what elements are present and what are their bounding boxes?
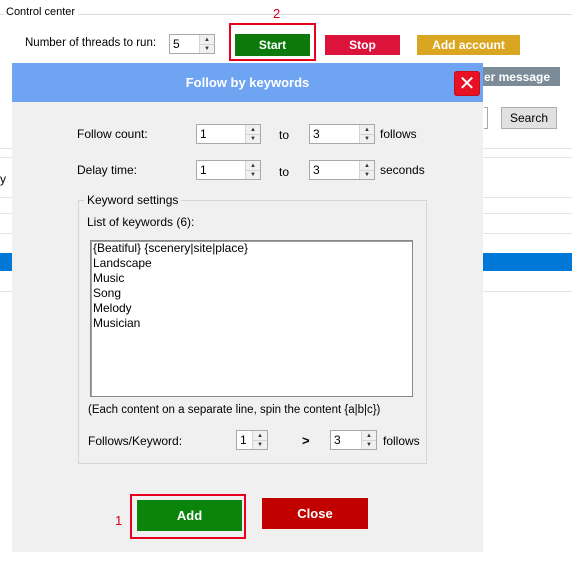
follow-by-keywords-dialog: Follow by keywords ✕ Follow count: 1 ▲ ▼ … [12, 63, 483, 552]
keyword-settings-legend: Keyword settings [84, 193, 182, 207]
spin-down-icon[interactable]: ▼ [200, 44, 214, 53]
delay-to-label: to [279, 165, 290, 179]
close-button[interactable]: Close [262, 498, 368, 529]
spin-down-icon[interactable]: ▼ [253, 440, 267, 449]
keyword-line: Musician [93, 316, 141, 330]
add-account-button[interactable]: Add account [417, 35, 520, 55]
delay-time-label: Delay time: [77, 163, 138, 177]
threads-stepper[interactable]: 5 ▲ ▼ [169, 34, 215, 54]
spin-down-icon[interactable]: ▼ [246, 134, 260, 143]
threads-label: Number of threads to run: [25, 37, 157, 49]
spin-down-icon[interactable]: ▼ [362, 440, 376, 449]
keyword-list-label: List of keywords (6): [87, 215, 195, 229]
close-icon[interactable]: ✕ [454, 71, 480, 96]
search-input[interactable] [484, 107, 488, 129]
control-center-groupbox-border [0, 14, 572, 15]
annotation-box-start [229, 23, 316, 61]
follows-per-keyword-from-value: 1 [240, 433, 247, 447]
annotation-step-1: 1 [115, 513, 123, 528]
follow-count-unit: follows [380, 127, 417, 141]
delay-from-stepper[interactable]: 1 ▲ ▼ [196, 160, 261, 180]
follows-per-keyword-label: Follows/Keyword: [88, 434, 183, 448]
delay-to-value: 3 [313, 163, 320, 177]
follow-count-to-value: 3 [313, 127, 320, 141]
follows-per-keyword-from-stepper[interactable]: 1 ▲ ▼ [236, 430, 268, 450]
follow-count-from-stepper[interactable]: 1 ▲ ▼ [196, 124, 261, 144]
follow-count-label: Follow count: [77, 127, 148, 141]
spin-up-icon[interactable]: ▲ [246, 125, 260, 134]
table-cell-fragment: y [0, 172, 6, 186]
keyword-line: Landscape [93, 256, 152, 270]
delay-unit: seconds [380, 163, 425, 177]
control-center-title: Control center [4, 6, 79, 18]
dialog-title: Follow by keywords [185, 75, 310, 90]
spin-up-icon[interactable]: ▲ [253, 431, 267, 440]
spin-up-icon[interactable]: ▲ [360, 161, 374, 170]
delay-from-value: 1 [200, 163, 207, 177]
keyword-line: Music [93, 271, 125, 285]
keyword-hint: (Each content on a separate line, spin t… [88, 404, 381, 416]
spin-down-icon[interactable]: ▼ [246, 170, 260, 179]
threads-value: 5 [173, 37, 180, 51]
stop-button[interactable]: Stop [325, 35, 400, 55]
follows-per-keyword-to-value: 3 [334, 433, 341, 447]
follows-per-keyword-operator: > [302, 433, 310, 448]
follow-count-to-stepper[interactable]: 3 ▲ ▼ [309, 124, 375, 144]
spin-up-icon[interactable]: ▲ [200, 35, 214, 44]
keyword-line: Song [93, 286, 122, 300]
keywords-textarea[interactable]: {Beatiful} {scenery|site|place} Landscap… [90, 240, 413, 397]
spin-up-icon[interactable]: ▲ [360, 125, 374, 134]
follows-per-keyword-to-stepper[interactable]: 3 ▲ ▼ [330, 430, 377, 450]
keyword-line: {Beatiful} {scenery|site|place} [93, 241, 249, 255]
spin-down-icon[interactable]: ▼ [360, 134, 374, 143]
delay-to-stepper[interactable]: 3 ▲ ▼ [309, 160, 375, 180]
spin-down-icon[interactable]: ▼ [360, 170, 374, 179]
follow-count-to-label: to [279, 128, 290, 142]
search-button[interactable]: Search [501, 107, 557, 129]
annotation-box-add [130, 494, 246, 539]
follows-per-keyword-unit: follows [383, 434, 420, 448]
keyword-line: Melody [93, 301, 132, 315]
follow-count-from-value: 1 [200, 127, 207, 141]
spin-up-icon[interactable]: ▲ [246, 161, 260, 170]
spin-up-icon[interactable]: ▲ [362, 431, 376, 440]
annotation-step-2: 2 [273, 6, 281, 21]
